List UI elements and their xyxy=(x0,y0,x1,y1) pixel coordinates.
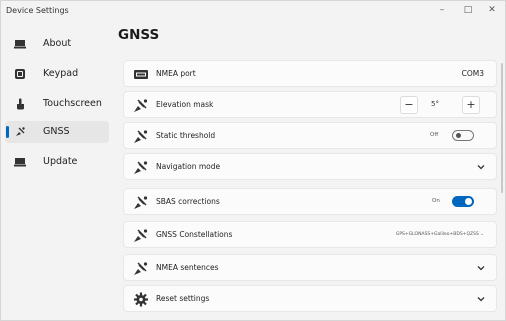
laptop-icon xyxy=(14,158,26,167)
page-title: GNSS xyxy=(118,27,160,43)
sidebar-item-gnss[interactable]: GNSS xyxy=(5,121,109,143)
elevation-mask-label: Elevation mask xyxy=(156,100,214,109)
minimize-button[interactable]: – xyxy=(433,5,451,15)
gnss-constellations-row[interactable]: GNSS Constellations GPS+GLONASS+Galileo+… xyxy=(123,221,497,248)
gnss-constellations-select[interactable]: GPS+GLONASS+Galileo+BDS+QZSS ⌄ xyxy=(396,232,484,237)
sidebar-item-label: GNSS xyxy=(43,126,70,137)
toggle-knob xyxy=(456,133,461,138)
nmea-port-value: COM3 xyxy=(461,69,484,78)
window-title: Device Settings xyxy=(6,6,69,15)
keypad-icon xyxy=(15,69,25,79)
sbas-corrections-label: SBAS corrections xyxy=(156,197,220,206)
sbas-corrections-toggle[interactable] xyxy=(452,196,474,207)
sidebar-item-update[interactable]: Update xyxy=(5,151,109,173)
scrollbar[interactable] xyxy=(501,63,503,193)
sidebar-item-label: Keypad xyxy=(43,68,79,79)
active-indicator xyxy=(6,126,9,138)
toggle-knob xyxy=(465,198,472,205)
static-threshold-state: Off xyxy=(430,132,439,138)
static-threshold-label: Static threshold xyxy=(156,131,216,140)
static-threshold-toggle[interactable] xyxy=(452,130,474,141)
static-threshold-row: Static threshold Off xyxy=(123,122,497,149)
nmea-port-row[interactable]: NMEA port COM3 xyxy=(123,60,497,87)
sbas-corrections-state: On xyxy=(432,198,440,204)
nmea-port-label: NMEA port xyxy=(156,69,196,78)
gear-icon xyxy=(134,292,148,307)
sidebar-item-keypad[interactable]: Keypad xyxy=(5,63,109,85)
laptop-icon xyxy=(14,40,26,49)
elevation-mask-value: 5° xyxy=(431,100,439,108)
satellite-icon xyxy=(16,127,25,136)
satellite-icon xyxy=(134,161,148,174)
reset-settings-label: Reset settings xyxy=(156,294,210,303)
satellite-icon xyxy=(134,99,148,112)
title-bar: Device Settings – □ ✕ xyxy=(1,1,505,23)
elevation-decrement-button[interactable]: − xyxy=(400,96,418,114)
navigation-mode-label: Navigation mode xyxy=(156,162,221,171)
navigation-mode-row[interactable]: Navigation mode xyxy=(123,153,497,180)
elevation-mask-row: Elevation mask − 5° + xyxy=(123,91,497,118)
sbas-corrections-row: SBAS corrections On xyxy=(123,188,497,215)
sidebar-item-about[interactable]: About xyxy=(5,33,109,55)
sidebar-item-label: About xyxy=(43,38,72,49)
satellite-icon xyxy=(134,130,148,143)
chevron-down-icon[interactable] xyxy=(476,294,486,304)
nmea-sentences-label: NMEA sentences xyxy=(156,263,219,272)
sidebar-item-label: Update xyxy=(43,156,78,167)
close-button[interactable]: ✕ xyxy=(483,5,501,15)
touch-hand-icon xyxy=(17,98,24,110)
sidebar-item-label: Touchscreen xyxy=(43,98,102,109)
gnss-constellations-label: GNSS Constellations xyxy=(156,230,233,239)
port-icon xyxy=(134,70,148,79)
settings-window: Device Settings – □ ✕ About Keypad Touch… xyxy=(0,0,506,321)
elevation-increment-button[interactable]: + xyxy=(462,96,480,114)
gnss-constellations-value: GPS+GLONASS+Galileo+BDS+QZSS xyxy=(395,232,479,237)
maximize-button[interactable]: □ xyxy=(459,5,477,15)
chevron-down-icon[interactable] xyxy=(476,162,486,172)
satellite-icon xyxy=(134,262,148,275)
reset-settings-row[interactable]: Reset settings xyxy=(123,285,497,312)
sidebar-item-touchscreen[interactable]: Touchscreen xyxy=(5,93,109,115)
satellite-icon xyxy=(134,229,148,242)
chevron-down-icon[interactable] xyxy=(476,263,486,273)
nmea-sentences-row[interactable]: NMEA sentences xyxy=(123,254,497,281)
satellite-icon xyxy=(134,196,148,209)
